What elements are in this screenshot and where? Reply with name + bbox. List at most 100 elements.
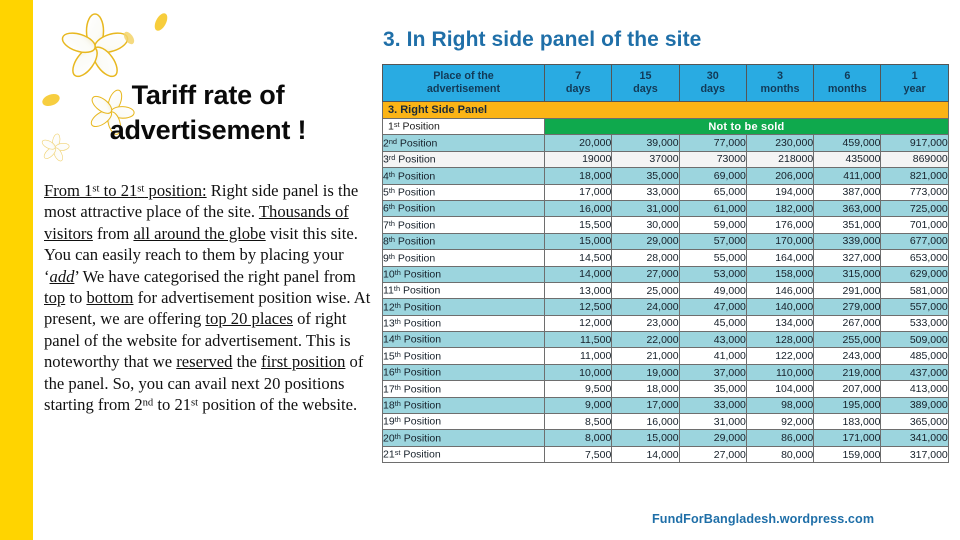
- price-cell: 14,000: [611, 445, 680, 464]
- price-cell: 37000: [611, 150, 680, 169]
- price-cell: 218000: [745, 150, 815, 169]
- column-header-line2: months: [827, 83, 867, 95]
- price-cell: 19,000: [611, 363, 680, 382]
- table-row: 14th Position 11,500 22,000 43,000 128,000 25…: [382, 331, 949, 349]
- price-cell: 29,000: [611, 232, 680, 251]
- price-cell: 183,000: [813, 413, 882, 431]
- row-position-label: 1st Position: [382, 117, 545, 136]
- price-cell: 557,000: [880, 298, 949, 316]
- column-header-line2: year: [903, 83, 926, 95]
- price-cell: 18,000: [611, 380, 680, 398]
- price-cell: 485,000: [880, 347, 949, 365]
- price-cell: 158,000: [745, 265, 815, 283]
- table-row: 12th Position 12,500 24,000 47,000 140,000 27…: [382, 298, 949, 316]
- table-row: 15th Position 11,000 21,000 41,000 122,000 24…: [382, 347, 949, 365]
- price-cell: 30,000: [611, 216, 680, 234]
- price-cell: 61,000: [678, 199, 747, 218]
- price-cell: 629,000: [880, 265, 949, 283]
- table-row: 11th Position 13,000 25,000 49,000 146,000 29…: [382, 281, 949, 300]
- row-position-label: 4th Position: [382, 167, 545, 185]
- row-position-label: 21st Position: [382, 445, 545, 464]
- table-row: 16th Position 10,000 19,000 37,000 110,000 21…: [382, 363, 949, 382]
- table-row: 7th Position 15,500 30,000 59,000 176,000 351…: [382, 216, 949, 234]
- table-body: 3. Right Side Panel 1st Position Not to b…: [382, 101, 949, 464]
- row-position-label: 15th Position: [382, 347, 545, 365]
- price-cell: 195,000: [813, 396, 882, 415]
- price-cell: 16,000: [611, 413, 680, 431]
- price-cell: 41,000: [678, 347, 747, 365]
- flower-large: [59, 13, 131, 82]
- not-for-sale-banner: Not to be sold: [544, 117, 949, 136]
- price-cell: 219,000: [813, 363, 882, 382]
- price-cell: 15,000: [611, 429, 680, 447]
- column-header-6months: 6 months: [813, 64, 882, 102]
- price-cell: 725,000: [880, 199, 949, 218]
- price-cell: 869000: [880, 150, 949, 169]
- price-cell: 11,500: [543, 331, 613, 349]
- price-cell: 31,000: [678, 413, 747, 431]
- column-header-line1: 1: [911, 70, 918, 83]
- row-position-label: 18th Position: [382, 396, 545, 415]
- row-position-label: 9th Position: [382, 249, 545, 267]
- table-row: 19th Position 8,500 16,000 31,000 92,000 183,…: [382, 413, 949, 431]
- row-position-label: 13th Position: [382, 314, 545, 333]
- price-cell: 413,000: [880, 380, 949, 398]
- section-heading: 3. In Right side panel of the site: [383, 28, 702, 51]
- price-cell: 243,000: [813, 347, 882, 365]
- price-cell: 80,000: [745, 445, 815, 464]
- column-header-line2: months: [760, 83, 800, 95]
- price-cell: 35,000: [611, 167, 680, 185]
- table-row: 2nd Position 20,000 39,000 77,000 230,000 459…: [382, 134, 949, 152]
- price-cell: 17,000: [611, 396, 680, 415]
- price-cell: 327,000: [813, 249, 882, 267]
- price-cell: 23,000: [611, 314, 680, 333]
- price-cell: 653,000: [880, 249, 949, 267]
- footer-url: FundForBangladesh.wordpress.com: [652, 512, 875, 526]
- price-cell: 170,000: [745, 232, 815, 251]
- table-row: 3rd Position 19000 37000 73000 218000 435000 8…: [382, 150, 949, 169]
- price-cell: 459,000: [813, 134, 882, 152]
- row-position-label: 16th Position: [382, 363, 545, 382]
- price-cell: 24,000: [611, 298, 680, 316]
- price-cell: 31,000: [611, 199, 680, 218]
- price-cell: 339,000: [813, 232, 882, 251]
- price-cell: 104,000: [745, 380, 815, 398]
- price-cell: 122,000: [745, 347, 815, 365]
- price-cell: 16,000: [543, 199, 613, 218]
- price-cell: 55,000: [678, 249, 747, 267]
- column-header-7days: 7 days: [543, 64, 613, 102]
- price-cell: 140,000: [745, 298, 815, 316]
- row-position-label: 6th Position: [382, 199, 545, 218]
- column-header-line1: 3: [777, 70, 784, 83]
- price-cell: 22,000: [611, 331, 680, 349]
- petal: [154, 13, 168, 31]
- table-row: 9th Position 14,500 28,000 55,000 164,000 327…: [382, 249, 949, 267]
- price-cell: 14,500: [543, 249, 613, 267]
- price-cell: 164,000: [745, 249, 815, 267]
- price-cell: 39,000: [611, 134, 680, 152]
- price-cell: 28,000: [611, 249, 680, 267]
- table-row: 5th Position 17,000 33,000 65,000 194,000 387…: [382, 183, 949, 201]
- row-position-label: 17th Position: [382, 380, 545, 398]
- price-cell: 182,000: [745, 199, 815, 218]
- price-cell: 255,000: [813, 331, 882, 349]
- price-cell: 12,500: [543, 298, 613, 316]
- price-cell: 69,000: [678, 167, 747, 185]
- table-row: 17th Position 9,500 18,000 35,000 104,000 207…: [382, 380, 949, 398]
- row-position-label: 10th Position: [382, 265, 545, 283]
- price-cell: 7,500: [543, 445, 613, 464]
- table-row: 6th Position 16,000 31,000 61,000 182,000 363…: [382, 199, 949, 218]
- column-header-15days: 15 days: [611, 64, 680, 102]
- price-cell: 8,500: [543, 413, 613, 431]
- price-cell: 194,000: [745, 183, 815, 201]
- price-cell: 12,000: [543, 314, 613, 333]
- column-header-place: Place of the advertisement: [382, 64, 545, 102]
- price-cell: 315,000: [813, 265, 882, 283]
- price-cell: 59,000: [678, 216, 747, 234]
- price-cell: 47,000: [678, 298, 747, 316]
- price-cell: 677,000: [880, 232, 949, 251]
- column-header-line2: days: [700, 83, 726, 95]
- column-header-line1: 15: [639, 70, 652, 83]
- left-accent-bar: [0, 0, 33, 540]
- row-position-label: 12th Position: [382, 298, 545, 316]
